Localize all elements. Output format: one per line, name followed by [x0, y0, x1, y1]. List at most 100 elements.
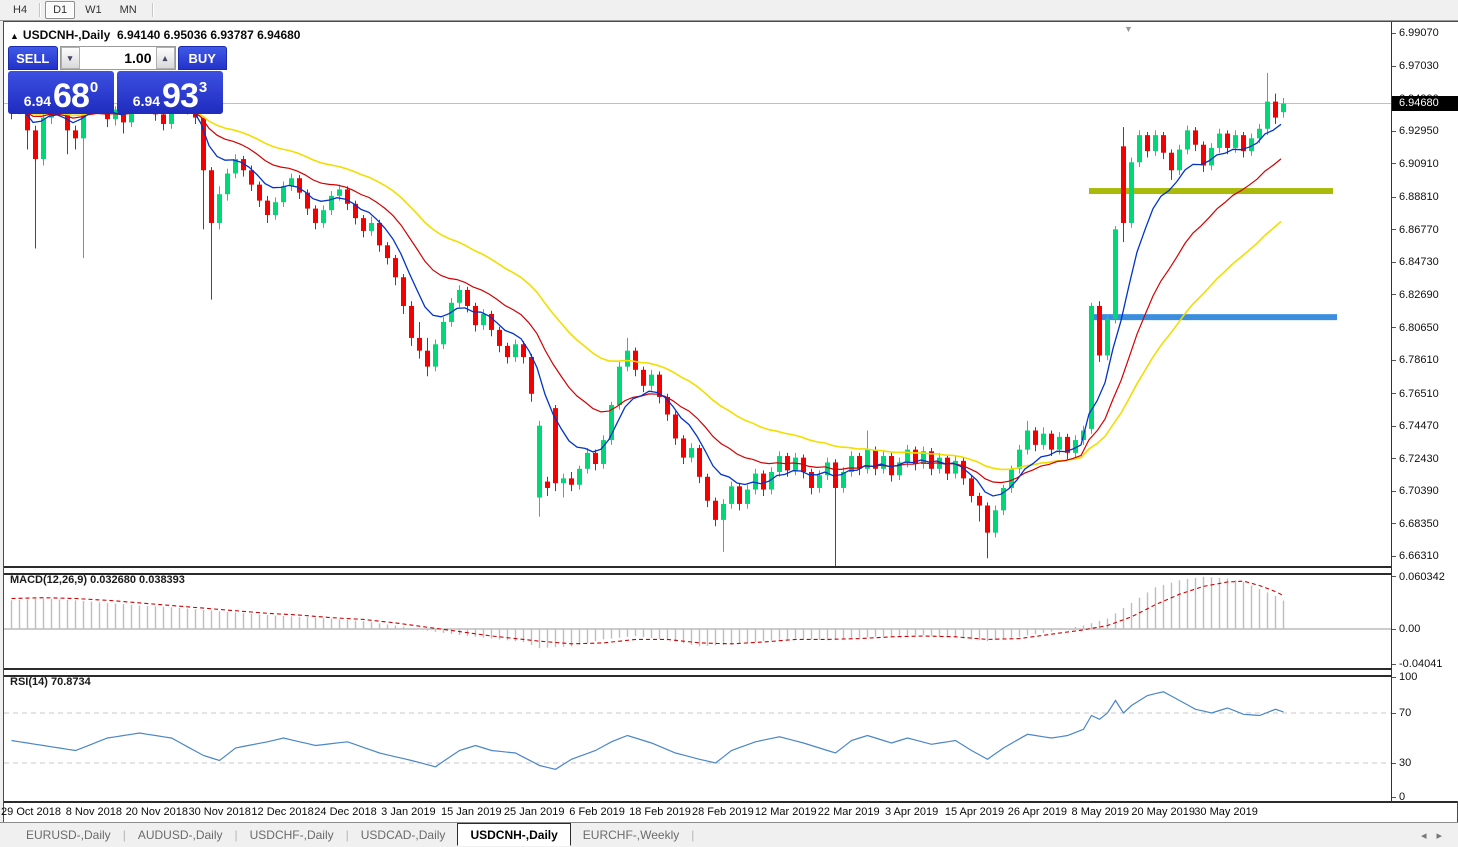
price-axis-label: 6.76510: [1399, 388, 1439, 400]
timeframe-button-mn[interactable]: MN: [112, 1, 145, 19]
volume-increase-button[interactable]: ▴: [156, 47, 175, 69]
candle-body: [569, 478, 574, 484]
candle-body: [1257, 129, 1262, 139]
price-axis-tick: [1392, 458, 1396, 459]
chart-shift-marker-icon: ▼: [1124, 24, 1133, 34]
rsi-axis-label: 100: [1399, 671, 1417, 683]
time-axis-label: 30 Nov 2018: [188, 806, 250, 818]
candle-body: [1137, 135, 1142, 162]
time-axis-label: 12 Mar 2019: [755, 806, 817, 818]
price-axis-label: 6.66310: [1399, 550, 1439, 562]
candle-body: [817, 475, 822, 488]
candle-body: [1225, 134, 1230, 148]
chart-tab-eurusd[interactable]: EURUSD-,Daily: [14, 825, 123, 845]
macd-values: 0.032680 0.038393: [90, 574, 185, 586]
candle-body: [945, 458, 950, 474]
time-axis-label: 12 Dec 2018: [251, 806, 313, 818]
candle-body: [585, 453, 590, 469]
candle-body: [281, 186, 286, 202]
candle-body: [1129, 162, 1134, 223]
macd-indicator-panel[interactable]: [4, 571, 1391, 668]
candle-body: [1233, 135, 1238, 148]
trendline-support-blue[interactable]: [1089, 314, 1337, 320]
price-axis-tick: [1392, 33, 1396, 34]
price-axis-label: 6.80650: [1399, 322, 1439, 334]
buy-button[interactable]: BUY: [178, 46, 228, 70]
candle-body: [617, 367, 622, 405]
timeframe-button-w1[interactable]: W1: [77, 1, 110, 19]
candle-body: [465, 290, 470, 306]
rsi-axis-label: 70: [1399, 707, 1411, 719]
price-axis-label: 6.90910: [1399, 158, 1439, 170]
candle-body: [737, 486, 742, 504]
volume-decrease-button[interactable]: ▾: [61, 47, 80, 69]
candle-body: [385, 245, 390, 258]
timeframe-button-d1[interactable]: D1: [45, 1, 75, 19]
sell-button[interactable]: SELL: [8, 46, 58, 70]
candle-body: [849, 456, 854, 472]
macd-axis-label: -0.04041: [1399, 658, 1442, 670]
tab-scroll-right-icon[interactable]: ▸: [1436, 830, 1452, 842]
time-axis-label: 25 Jan 2019: [504, 806, 565, 818]
candle-body: [273, 202, 278, 215]
timeframe-button-h4[interactable]: H4: [5, 1, 35, 19]
price-axis-label: 6.82690: [1399, 289, 1439, 301]
candle-body: [361, 218, 366, 231]
candle-body: [993, 510, 998, 532]
toolbar-separator: [39, 3, 41, 17]
rsi-indicator-panel[interactable]: [4, 673, 1391, 801]
time-axis-label: 22 Mar 2019: [818, 806, 880, 818]
chart-tab-usdcnh[interactable]: USDCNH-,Daily: [457, 823, 570, 846]
candle-body: [697, 448, 702, 477]
candle-body: [1113, 229, 1118, 318]
buy-price-quote[interactable]: 6.94933: [117, 71, 223, 114]
tab-scroll-left-icon[interactable]: ◂: [1421, 830, 1437, 842]
price-scale-axis[interactable]: 6.990706.970306.949906.929506.909106.888…: [1391, 22, 1458, 801]
macd-label: MACD(12,26,9) 0.032680 0.038393: [10, 574, 185, 586]
candle-body: [297, 178, 302, 192]
rsi-line: [12, 692, 1284, 770]
candle-body: [777, 456, 782, 472]
candle-body: [425, 351, 430, 367]
buy-price-point: 3: [199, 71, 207, 105]
candle-body: [257, 185, 262, 201]
rsi-axis-tick: [1392, 797, 1396, 798]
price-axis-label: 6.70390: [1399, 485, 1439, 497]
candle-body: [377, 223, 382, 245]
time-axis[interactable]: 29 Oct 20188 Nov 201820 Nov 201830 Nov 2…: [4, 803, 1457, 822]
candle-body: [1145, 135, 1150, 151]
price-axis-tick: [1392, 197, 1396, 198]
candle-body: [1041, 434, 1046, 445]
price-axis-tick: [1392, 393, 1396, 394]
time-axis-label: 18 Feb 2019: [629, 806, 691, 818]
chart-tab-usdchf[interactable]: USDCHF-,Daily: [238, 825, 346, 845]
candle-body: [969, 478, 974, 496]
chart-tab-usdcad[interactable]: USDCAD-,Daily: [349, 825, 458, 845]
price-axis-label: 6.92950: [1399, 125, 1439, 137]
candle-body: [625, 351, 630, 367]
price-axis-label: 6.72430: [1399, 453, 1439, 465]
candle-body: [441, 322, 446, 344]
chart-tab-eurchf[interactable]: EURCHF-,Weekly: [571, 825, 691, 845]
candle-body: [417, 338, 422, 351]
collapse-panel-icon[interactable]: ▲: [10, 31, 19, 41]
time-axis-label: 26 Apr 2019: [1008, 806, 1067, 818]
candle-body: [1025, 430, 1030, 449]
candle-body: [745, 490, 750, 504]
candle-body: [1057, 437, 1062, 450]
candle-body: [681, 438, 686, 457]
time-axis-label: 3 Jan 2019: [381, 806, 435, 818]
rsi-axis-tick: [1392, 677, 1396, 678]
volume-input[interactable]: [80, 47, 156, 69]
chart-tab-audusd[interactable]: AUDUSD-,Daily: [126, 825, 235, 845]
candle-body: [337, 189, 342, 195]
rsi-label: RSI(14) 70.8734: [10, 676, 91, 688]
candle-body: [33, 130, 38, 159]
candle-body: [641, 370, 646, 386]
time-axis-label: 30 May 2019: [1194, 806, 1258, 818]
candle-body: [401, 277, 406, 306]
sell-price-quote[interactable]: 6.94680: [8, 71, 114, 114]
time-axis-label: 6 Feb 2019: [569, 806, 625, 818]
price-axis-tick: [1392, 66, 1396, 67]
candle-body: [513, 344, 518, 357]
